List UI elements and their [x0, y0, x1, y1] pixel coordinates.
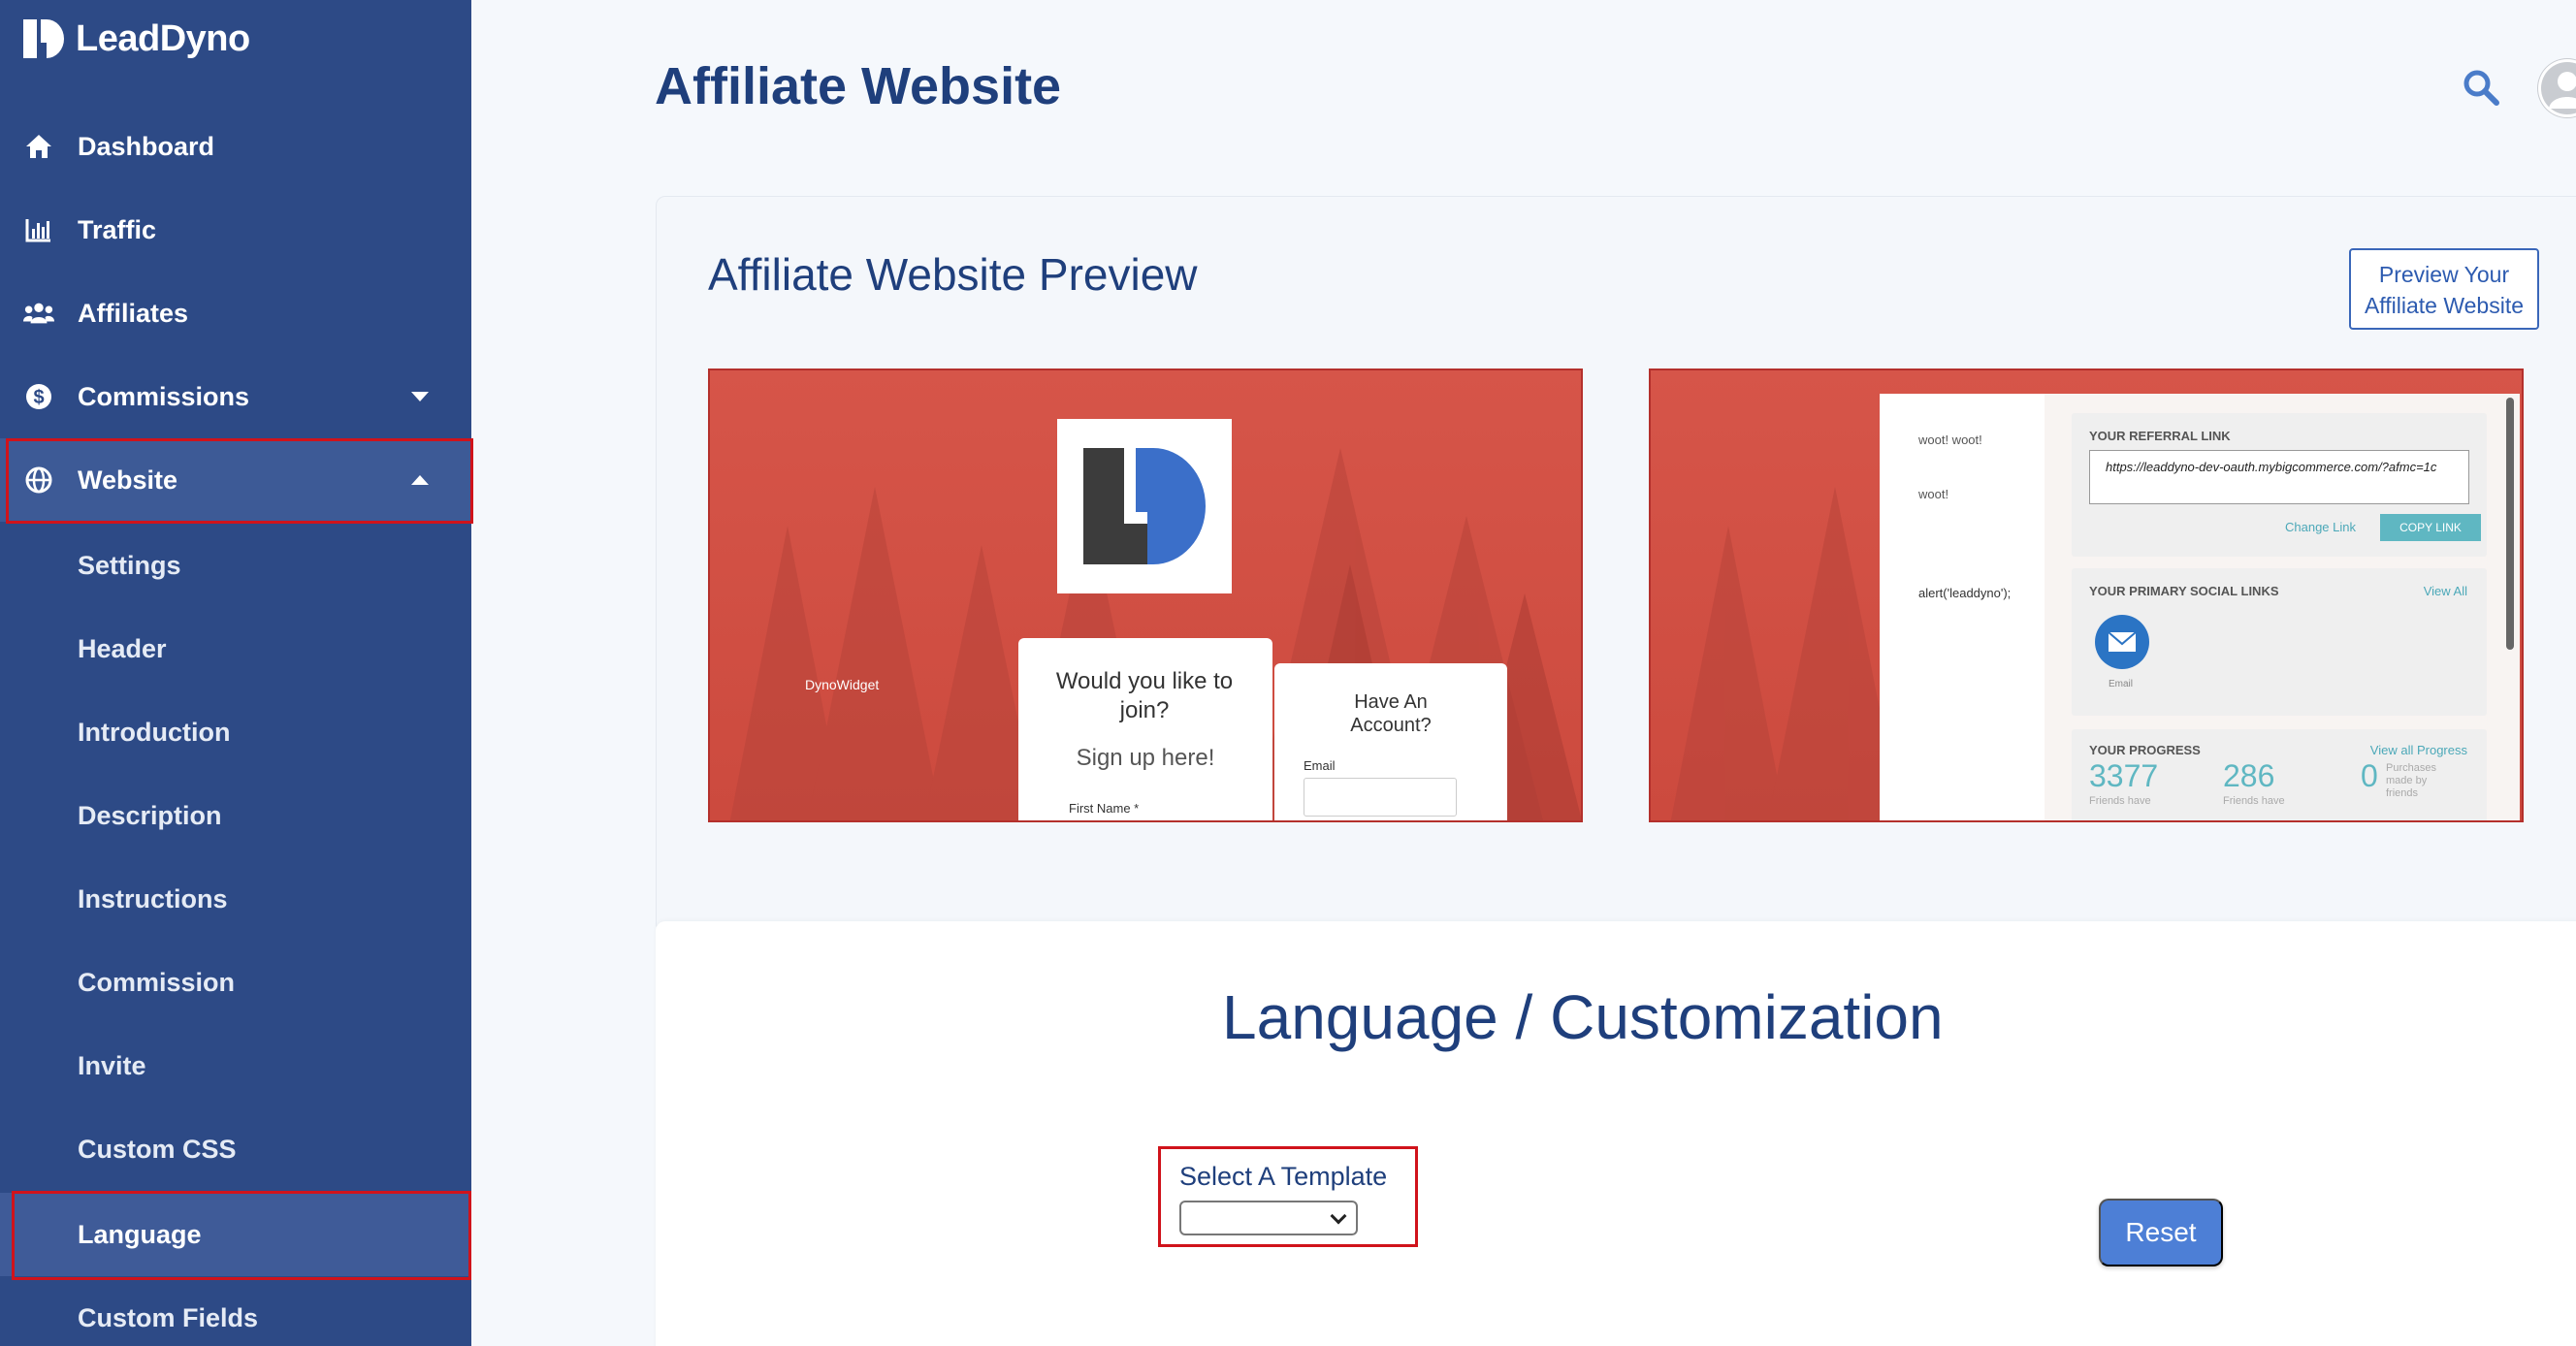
dyno-widget-label: DynoWidget [805, 677, 880, 692]
sidebar-subitem-instructions[interactable]: Instructions [0, 857, 471, 941]
preview-thumbnail-dashboard[interactable]: woot! woot! woot! alert('leaddyno'); YOU… [1649, 369, 2524, 822]
subitem-label: Custom Fields [78, 1302, 259, 1332]
email-label: Email [1304, 758, 1336, 773]
view-all-link: View All [2423, 584, 2467, 598]
email-field [1304, 778, 1457, 817]
sidebar-item-commissions[interactable]: $ Commissions [0, 355, 471, 438]
page-title: Affiliate Website [655, 57, 1062, 115]
stat-friends-label: Friends have [2089, 795, 2151, 807]
alert-text: alert('leaddyno'); [1918, 586, 2012, 600]
subitem-label: Custom CSS [78, 1134, 237, 1164]
logo[interactable]: LeadDyno [23, 17, 250, 60]
copy-link-button: COPY LINK [2380, 514, 2481, 541]
social-links-box: YOUR PRIMARY SOCIAL LINKS View All Email [2072, 568, 2487, 716]
signup-text: Sign up here! [1076, 745, 1215, 771]
sidebar-subitem-custom-css[interactable]: Custom CSS [0, 1107, 471, 1191]
sidebar-subitem-header[interactable]: Header [0, 607, 471, 690]
sidebar-item-website[interactable]: Website [0, 438, 471, 522]
users-icon [23, 298, 54, 329]
sidebar-item-label: Dashboard [78, 131, 215, 161]
stat-friends2-label: Friends have [2223, 795, 2285, 807]
scrollbar [2506, 398, 2514, 650]
signup-card: Would you like to join? Sign up here! Fi… [1018, 638, 1272, 820]
preview-website-button[interactable]: Preview Your Affiliate Website [2349, 248, 2539, 330]
sidebar: LeadDyno Dashboard Traffic Affiliates $ … [0, 0, 473, 1346]
sidebar-subitem-invite[interactable]: Invite [0, 1024, 471, 1107]
sidebar-item-label: Traffic [78, 214, 157, 244]
sidebar-item-label: Website [78, 465, 178, 495]
change-link: Change Link [2285, 520, 2356, 534]
referral-url-field: https://leaddyno-dev-oauth.mybigcommerce… [2089, 450, 2469, 504]
stat-friends2-value: 286 [2223, 758, 2275, 793]
login-card: Have An Account? Email [1274, 663, 1507, 820]
search-icon[interactable] [2462, 68, 2500, 107]
stat-purchases-value: 0 [2361, 758, 2378, 793]
referral-link-box: YOUR REFERRAL LINK https://leaddyno-dev-… [2072, 413, 2487, 557]
subitem-label: Settings [78, 550, 181, 580]
sidebar-subitem-commission[interactable]: Commission [0, 941, 471, 1024]
sidebar-subitem-description[interactable]: Description [0, 774, 471, 857]
have-account-title: Have An Account? [1350, 691, 1432, 736]
sidebar-subitem-introduction[interactable]: Introduction [0, 690, 471, 774]
sidebar-item-label: Commissions [78, 381, 250, 411]
avatar[interactable] [2537, 58, 2576, 118]
join-title: Would you like to join? [1055, 668, 1234, 723]
sidebar-item-affiliates[interactable]: Affiliates [0, 272, 471, 355]
home-icon [23, 131, 54, 162]
preview-button-line1: Preview Your [2378, 262, 2510, 287]
sidebar-item-dashboard[interactable]: Dashboard [0, 105, 471, 188]
dollar-icon: $ [23, 381, 54, 412]
referral-link-header: YOUR REFERRAL LINK [2089, 429, 2231, 443]
sidebar-subitem-language[interactable]: Language [0, 1193, 471, 1276]
progress-box: YOUR PROGRESS View all Progress 3377 Fri… [2072, 729, 2487, 820]
chevron-down-icon [411, 392, 429, 401]
template-select[interactable] [1179, 1201, 1358, 1235]
user-icon [2538, 59, 2576, 117]
subitem-label: Header [78, 633, 167, 663]
email-share-label: Email [2109, 679, 2134, 689]
stat-friends-value: 3377 [2089, 758, 2159, 793]
woot-text-2: woot! [1918, 487, 1949, 501]
first-name-label: First Name * [1069, 801, 1140, 816]
language-title: Language / Customization [1222, 982, 1944, 1052]
sidebar-subitem-custom-fields[interactable]: Custom Fields [0, 1276, 471, 1346]
reset-button[interactable]: Reset [2099, 1199, 2223, 1266]
subitem-label: Commission [78, 967, 236, 997]
preview-button-line2: Affiliate Website [2364, 293, 2525, 318]
leaddyno-logo-icon [23, 19, 64, 58]
select-template-label: Select A Template [1179, 1162, 1388, 1191]
bar-chart-icon [23, 214, 54, 245]
subitem-label: Introduction [78, 717, 231, 747]
subitem-label: Invite [78, 1050, 146, 1080]
social-links-header: YOUR PRIMARY SOCIAL LINKS [2089, 584, 2279, 598]
subitem-label: Description [78, 800, 222, 830]
sidebar-item-traffic[interactable]: Traffic [0, 188, 471, 272]
app-name: LeadDyno [76, 17, 250, 59]
sidebar-subitem-settings[interactable]: Settings [0, 524, 471, 607]
subitem-label: Instructions [78, 883, 228, 913]
chevron-up-icon [411, 475, 429, 485]
dashboard-sidebar: woot! woot! woot! alert('leaddyno'); [1880, 394, 2045, 820]
stat-purchases-label: Purchases made by friends [2386, 762, 2436, 799]
globe-icon [23, 465, 54, 496]
dashboard-panel: woot! woot! woot! alert('leaddyno'); YOU… [1880, 394, 2520, 820]
email-share-icon [2095, 615, 2149, 669]
subitem-label: Language [78, 1219, 202, 1249]
woot-text-1: woot! woot! [1918, 433, 1982, 447]
leaddyno-logo-icon [1083, 448, 1206, 564]
chevron-down-icon [1330, 1207, 1347, 1225]
svg-text:$: $ [33, 387, 44, 408]
sidebar-item-label: Affiliates [78, 298, 189, 328]
preview-thumbnail-signup[interactable]: DynoWidget Would you like to join? Sign … [708, 369, 1583, 822]
logo-box [1057, 419, 1232, 593]
preview-title: Affiliate Website Preview [708, 249, 1198, 300]
progress-header: YOUR PROGRESS [2089, 743, 2201, 757]
view-all-progress-link: View all Progress [2369, 743, 2467, 757]
